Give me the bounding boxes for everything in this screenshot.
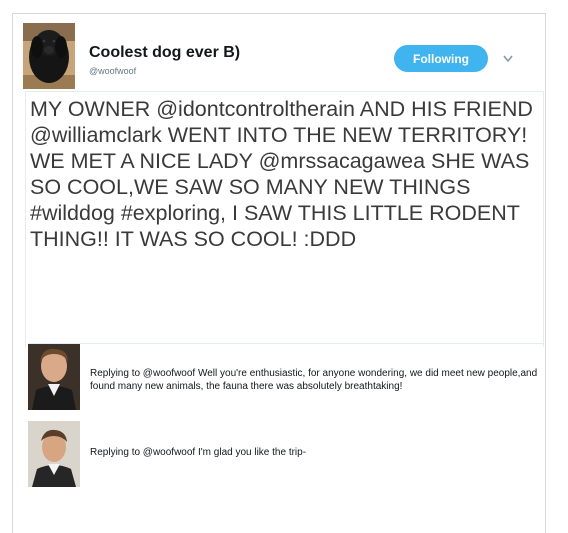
- reply-avatar[interactable]: [28, 344, 80, 410]
- tweet-text: MY OWNER @idontcontroltherain AND HIS FR…: [30, 97, 533, 251]
- dog-avatar[interactable]: [23, 23, 75, 89]
- reply-text: Replying to @woofwoof I'm glad you like …: [90, 447, 307, 458]
- following-button[interactable]: Following: [394, 45, 488, 72]
- chevron-down-icon[interactable]: [501, 52, 515, 64]
- reply-avatar[interactable]: [28, 421, 80, 487]
- display-name[interactable]: Coolest dog ever B): [89, 44, 240, 62]
- reply-text: Replying to @woofwoof Well you're enthus…: [90, 368, 538, 392]
- reply-item: Replying to @woofwoof I'm glad you like …: [28, 419, 544, 489]
- user-handle[interactable]: @woofwoof: [89, 66, 136, 76]
- tweet-card: Coolest dog ever B) @woofwoof Following …: [12, 13, 546, 533]
- reply-item: Replying to @woofwoof Well you're enthus…: [28, 343, 544, 411]
